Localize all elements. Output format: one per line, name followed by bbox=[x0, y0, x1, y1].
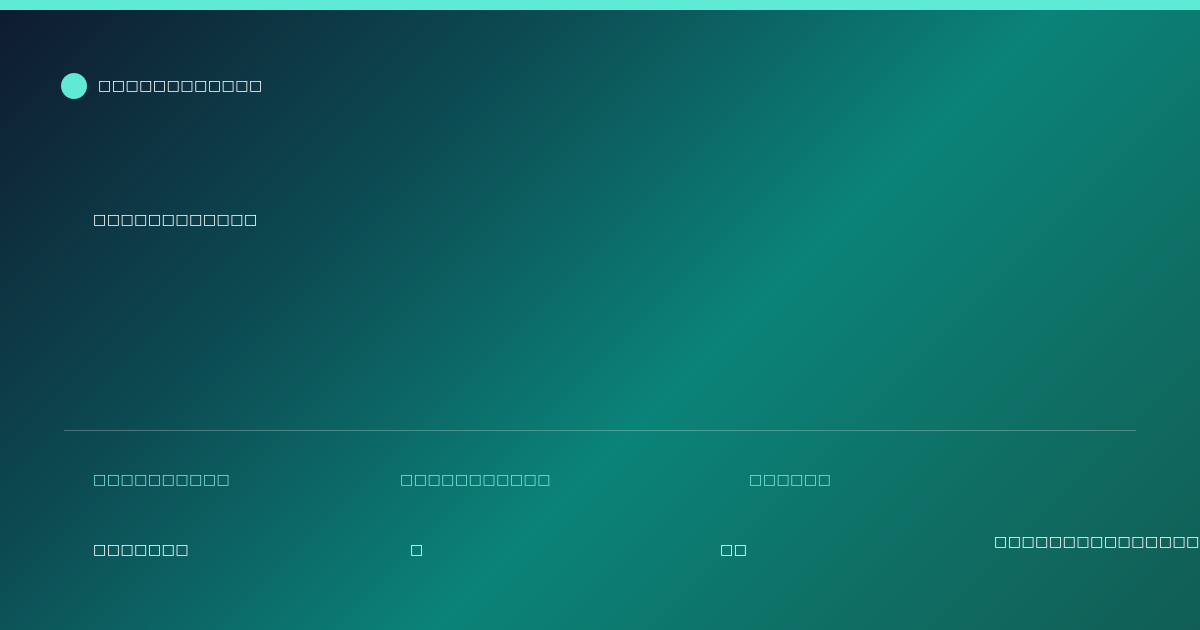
stat-value-1: □□□□□□□ bbox=[93, 542, 190, 558]
stat-value-3: □□ bbox=[720, 542, 748, 558]
brand: □□□□□□□□□□□□ bbox=[61, 73, 263, 99]
brand-name: □□□□□□□□□□□□ bbox=[98, 78, 263, 94]
stat-label-1: □□□□□□□□□□ bbox=[93, 472, 231, 488]
social-card: □□□□□□□□□□□□ □□□□□□□□□□□□ □□□□□□□□□□ □□□… bbox=[0, 0, 1200, 630]
stat-label-3: □□□□□□ bbox=[749, 472, 832, 488]
footnote: □□□□□□□□□□□□□□□□□ bbox=[994, 534, 1200, 550]
brand-dot-icon bbox=[61, 73, 87, 99]
accent-top-bar bbox=[0, 0, 1200, 10]
stat-label-2: □□□□□□□□□□□ bbox=[400, 472, 552, 488]
headline: □□□□□□□□□□□□ bbox=[93, 212, 258, 228]
divider bbox=[64, 430, 1136, 431]
stat-value-2: □ bbox=[410, 542, 424, 558]
